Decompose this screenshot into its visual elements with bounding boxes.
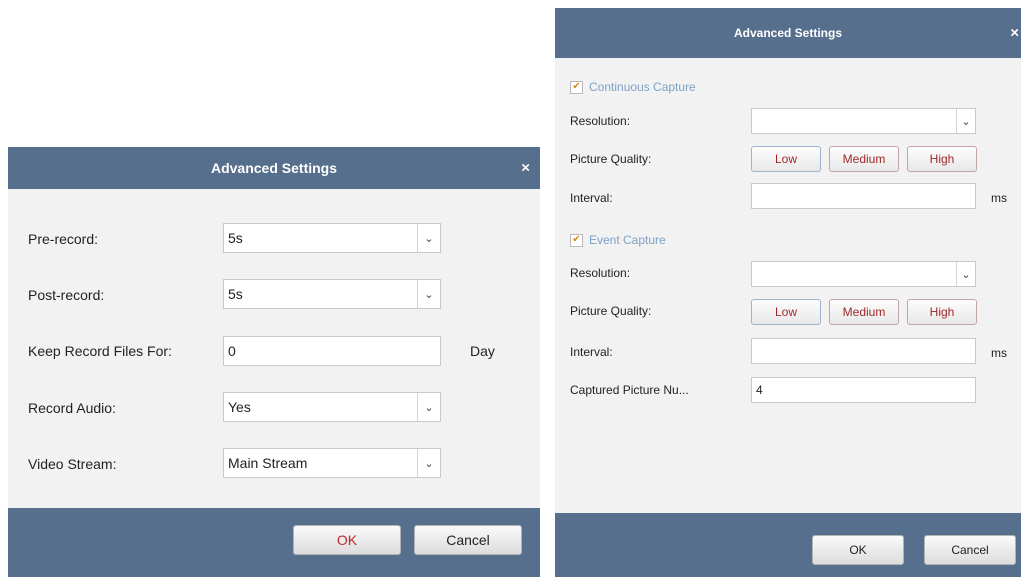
captured-picture-number-value: 4: [756, 383, 763, 397]
continuous-capture-section: ✔ Continuous Capture: [570, 80, 696, 94]
chevron-down-icon[interactable]: ⌄: [956, 109, 975, 133]
ok-button[interactable]: OK: [812, 535, 904, 565]
record-audio-select[interactable]: Yes ⌄: [223, 392, 441, 422]
event-interval-input[interactable]: [751, 338, 976, 364]
keep-record-value: 0: [228, 343, 236, 359]
pre-record-value: 5s: [228, 230, 243, 246]
keep-record-unit: Day: [470, 343, 495, 359]
pre-record-select[interactable]: 5s ⌄: [223, 223, 441, 253]
event-capture-section: ✔ Event Capture: [570, 233, 666, 247]
close-icon[interactable]: ×: [1010, 25, 1019, 42]
dialog-footer: OK Cancel: [8, 508, 540, 577]
captured-picture-number-input[interactable]: 4: [751, 377, 976, 403]
continuous-resolution-select[interactable]: ⌄: [751, 108, 976, 134]
dialog-titlebar[interactable]: Advanced Settings ×: [555, 8, 1021, 58]
video-stream-label: Video Stream:: [28, 456, 117, 472]
dialog-footer: OK Cancel: [555, 513, 1021, 577]
post-record-select[interactable]: 5s ⌄: [223, 279, 441, 309]
continuous-interval-unit: ms: [991, 191, 1007, 205]
dialog-titlebar[interactable]: Advanced Settings ×: [8, 147, 540, 189]
event-capture-title: Event Capture: [589, 233, 666, 247]
continuous-quality-label: Picture Quality:: [570, 152, 652, 166]
chevron-down-icon[interactable]: ⌄: [956, 262, 975, 286]
dialog-title: Advanced Settings: [210, 160, 338, 176]
continuous-quality-high-button[interactable]: High: [907, 146, 977, 172]
event-resolution-select[interactable]: ⌄: [751, 261, 976, 287]
event-quality-high-button[interactable]: High: [907, 299, 977, 325]
chevron-down-icon[interactable]: ⌄: [417, 280, 440, 308]
chevron-down-icon[interactable]: ⌄: [417, 224, 440, 252]
video-stream-select[interactable]: Main Stream ⌄: [223, 448, 441, 478]
pre-record-label: Pre-record:: [28, 231, 99, 247]
continuous-quality-low-button[interactable]: Low: [751, 146, 821, 172]
continuous-interval-label: Interval:: [570, 191, 613, 205]
advanced-settings-dialog-left: Advanced Settings × Pre-record: 5s ⌄ Pos…: [8, 147, 540, 577]
record-audio-label: Record Audio:: [28, 400, 116, 416]
post-record-label: Post-record:: [28, 287, 105, 303]
advanced-settings-dialog-right: Advanced Settings × ✔ Continuous Capture…: [555, 8, 1021, 577]
video-stream-value: Main Stream: [228, 455, 308, 471]
close-icon[interactable]: ×: [521, 160, 530, 177]
continuous-capture-checkbox[interactable]: ✔: [570, 80, 583, 94]
continuous-interval-input[interactable]: [751, 183, 976, 209]
continuous-quality-medium-button[interactable]: Medium: [829, 146, 899, 172]
event-interval-label: Interval:: [570, 345, 613, 359]
event-quality-low-button[interactable]: Low: [751, 299, 821, 325]
event-resolution-label: Resolution:: [570, 266, 631, 280]
event-quality-label: Picture Quality:: [570, 304, 652, 318]
chevron-down-icon[interactable]: ⌄: [417, 449, 440, 477]
event-capture-checkbox[interactable]: ✔: [570, 233, 583, 247]
keep-record-label: Keep Record Files For:: [28, 343, 172, 359]
event-interval-unit: ms: [991, 346, 1007, 360]
keep-record-input[interactable]: 0: [223, 336, 441, 366]
record-audio-value: Yes: [228, 399, 251, 415]
captured-picture-number-label: Captured Picture Nu...: [570, 383, 689, 397]
chevron-down-icon[interactable]: ⌄: [417, 393, 440, 421]
post-record-value: 5s: [228, 286, 243, 302]
cancel-button[interactable]: Cancel: [414, 525, 522, 555]
continuous-capture-title: Continuous Capture: [589, 80, 696, 94]
continuous-resolution-label: Resolution:: [570, 114, 631, 128]
event-quality-medium-button[interactable]: Medium: [829, 299, 899, 325]
dialog-title: Advanced Settings: [733, 26, 843, 40]
ok-button[interactable]: OK: [293, 525, 401, 555]
cancel-button[interactable]: Cancel: [924, 535, 1016, 565]
